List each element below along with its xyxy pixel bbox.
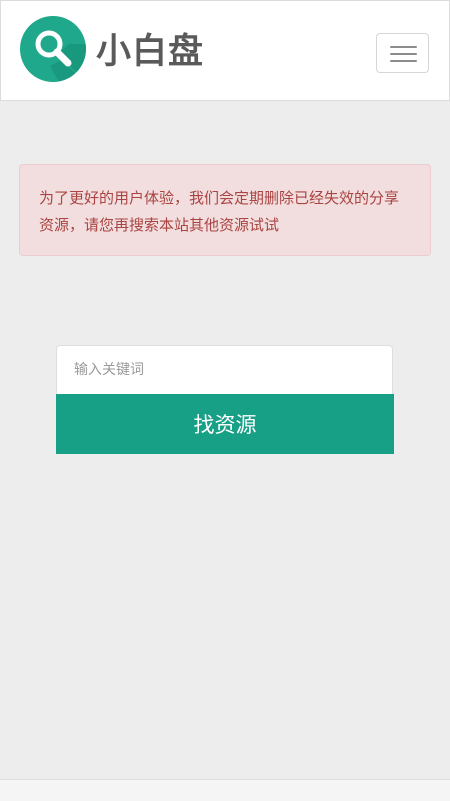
notice-alert: 为了更好的用户体验，我们会定期删除已经失效的分享资源，请您再搜索本站其他资源试试 (19, 164, 431, 256)
notice-alert-text: 为了更好的用户体验，我们会定期删除已经失效的分享资源，请您再搜索本站其他资源试试 (39, 189, 400, 234)
search-logo-icon[interactable] (20, 16, 86, 82)
site-header: 小白盘 (0, 0, 450, 101)
page-footer (0, 779, 450, 801)
menu-toggle-button[interactable] (376, 33, 429, 73)
site-name[interactable]: 小白盘 (96, 30, 204, 74)
find-resources-button[interactable]: 找资源 (56, 394, 394, 454)
search-keyword-input[interactable] (56, 345, 393, 394)
